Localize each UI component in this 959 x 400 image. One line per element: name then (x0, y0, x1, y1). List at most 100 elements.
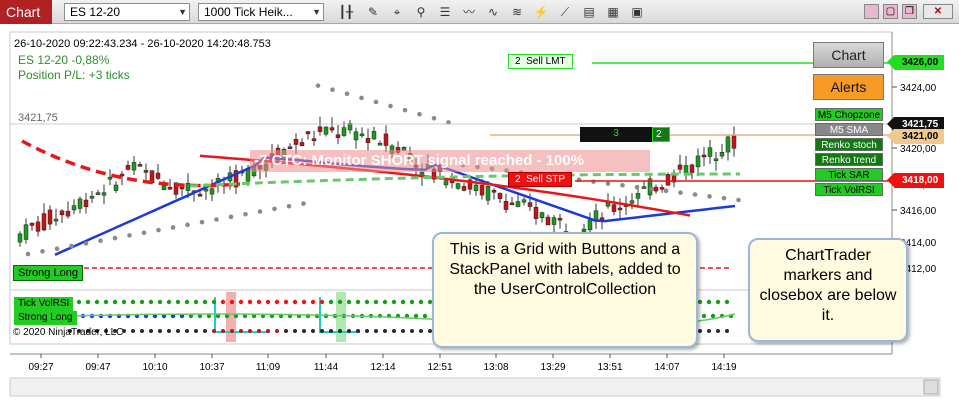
sub-dot-row1 (364, 299, 370, 305)
indicator-label: Renko trend (815, 153, 883, 166)
date-range: 26-10-2020 09:22:43.234 - 26-10-2020 14:… (14, 38, 271, 50)
restore-icon[interactable]: ❐ (902, 4, 917, 19)
sub-dot-row3 (698, 329, 702, 333)
sub-dot-row3 (707, 329, 711, 333)
sub-dot-row1 (193, 299, 199, 305)
sar-dot (417, 111, 422, 117)
sar-dot (721, 195, 727, 201)
bar-type-selector[interactable]: 1000 Tick Heik... ▼ (198, 3, 324, 21)
candle-body (551, 217, 557, 225)
pencil-icon[interactable]: ✎ (364, 3, 382, 21)
sub-dot-row1 (706, 299, 712, 305)
properties-icon[interactable]: ☰ (436, 3, 454, 21)
indicator-icon[interactable]: 〰 (460, 3, 478, 21)
time-tick-label: 13:08 (483, 362, 508, 373)
candle-body (491, 190, 497, 193)
time-tick-label: 13:51 (597, 362, 622, 373)
sar-dot (678, 190, 683, 195)
candle-body (701, 154, 707, 158)
sub-dot-row1 (715, 299, 721, 305)
sar-dot (634, 184, 640, 190)
alerts-button[interactable]: Alerts (813, 74, 884, 100)
candle-body (455, 183, 461, 189)
maximize-icon[interactable]: ▢ (883, 4, 898, 19)
sar-dot (25, 251, 31, 257)
candle-body (629, 200, 635, 204)
candle-body (503, 201, 509, 210)
sar-dot (301, 201, 306, 206)
sub-dot-row3 (401, 329, 405, 333)
candle-body (155, 172, 161, 179)
price-tick-label: 3420,00 (900, 144, 937, 155)
time-tick-label: 12:51 (427, 362, 452, 373)
sell-stp-label: Sell STP (526, 174, 566, 185)
sell-lmt-order[interactable]: 2 Sell LMT (508, 54, 573, 69)
chart-trader-icon[interactable]: ▤ (580, 3, 598, 21)
instrument-selector[interactable]: ES 12-20 ▼ (64, 3, 190, 21)
candle-body (125, 165, 131, 170)
sub-dot-row3 (203, 329, 207, 333)
indicator-wave-icon[interactable]: ∿ (484, 3, 502, 21)
sar-dot (185, 222, 190, 228)
sub-dot-row1 (382, 299, 388, 305)
sar-dot (330, 87, 335, 93)
close-icon[interactable]: ✕ (923, 4, 953, 19)
sub-dot-row1 (103, 299, 109, 305)
sub-dot-row1 (256, 299, 262, 305)
sub-dot-row1 (418, 299, 424, 305)
strategy-run-icon[interactable]: ⚡ (532, 3, 550, 21)
copyright: © 2020 NinjaTrader, LLC (13, 327, 124, 338)
chart-button[interactable]: Chart (813, 42, 884, 68)
candle-body (443, 180, 449, 186)
candle-body (635, 193, 641, 199)
sub-dot-row3 (275, 329, 279, 333)
sub-dot-row1 (697, 299, 703, 305)
chart-type-icon[interactable]: ┃╂ (337, 3, 355, 21)
sub-dot-row3 (212, 329, 216, 333)
sar-dot (620, 183, 625, 188)
sar-dot (40, 249, 45, 254)
time-tick-label: 14:19 (711, 362, 736, 373)
candle-body (89, 195, 95, 199)
candle-body (197, 193, 203, 197)
link-icon[interactable]: ▦ (604, 3, 622, 21)
candle-body (29, 222, 35, 226)
position-box[interactable]: 2 (652, 127, 670, 142)
sub-dot-row1 (238, 299, 244, 305)
sub-dot-row1 (247, 299, 253, 305)
candle-body (527, 202, 533, 207)
sub-dot-row3 (716, 329, 720, 333)
candle-body (113, 184, 119, 191)
sub-dot-row1 (337, 299, 343, 305)
sar-dot (431, 115, 437, 121)
indicator-label: M5 SMA (815, 123, 883, 136)
candle-body (41, 213, 47, 231)
zoom-icon[interactable]: ⚲ (412, 3, 430, 21)
candle-body (533, 206, 539, 219)
drawing-tools-icon[interactable]: ⟋ (556, 3, 574, 21)
sub-dot-row1 (166, 299, 172, 305)
candle-body (353, 131, 359, 141)
sub-dot-row3 (383, 329, 387, 333)
window-link-icon[interactable]: ▣ (628, 3, 646, 21)
sub-dot-row1 (130, 299, 136, 305)
time-tick-label: 10:37 (199, 362, 224, 373)
position-qty[interactable]: 3 (580, 127, 652, 142)
cursor-icon[interactable]: ⌖ (388, 3, 406, 21)
strategy-icon[interactable]: ≋ (508, 3, 526, 21)
sar-dot (54, 246, 60, 251)
sar-dot (315, 83, 321, 88)
candle-body (473, 184, 479, 192)
last-value: 3421,75 (18, 112, 58, 124)
sub-dot-row1 (292, 299, 298, 305)
candle-body (587, 219, 593, 231)
sar-dot (359, 95, 364, 101)
sub-dot-row1 (211, 299, 217, 305)
candle-body (293, 138, 299, 145)
candle-body (383, 133, 389, 146)
minimize-icon[interactable] (864, 4, 879, 19)
candle-body (371, 131, 377, 140)
sar-dot (736, 197, 741, 203)
sell-stp-order[interactable]: 2 Sell STP (508, 172, 573, 187)
candle-body (329, 127, 335, 131)
